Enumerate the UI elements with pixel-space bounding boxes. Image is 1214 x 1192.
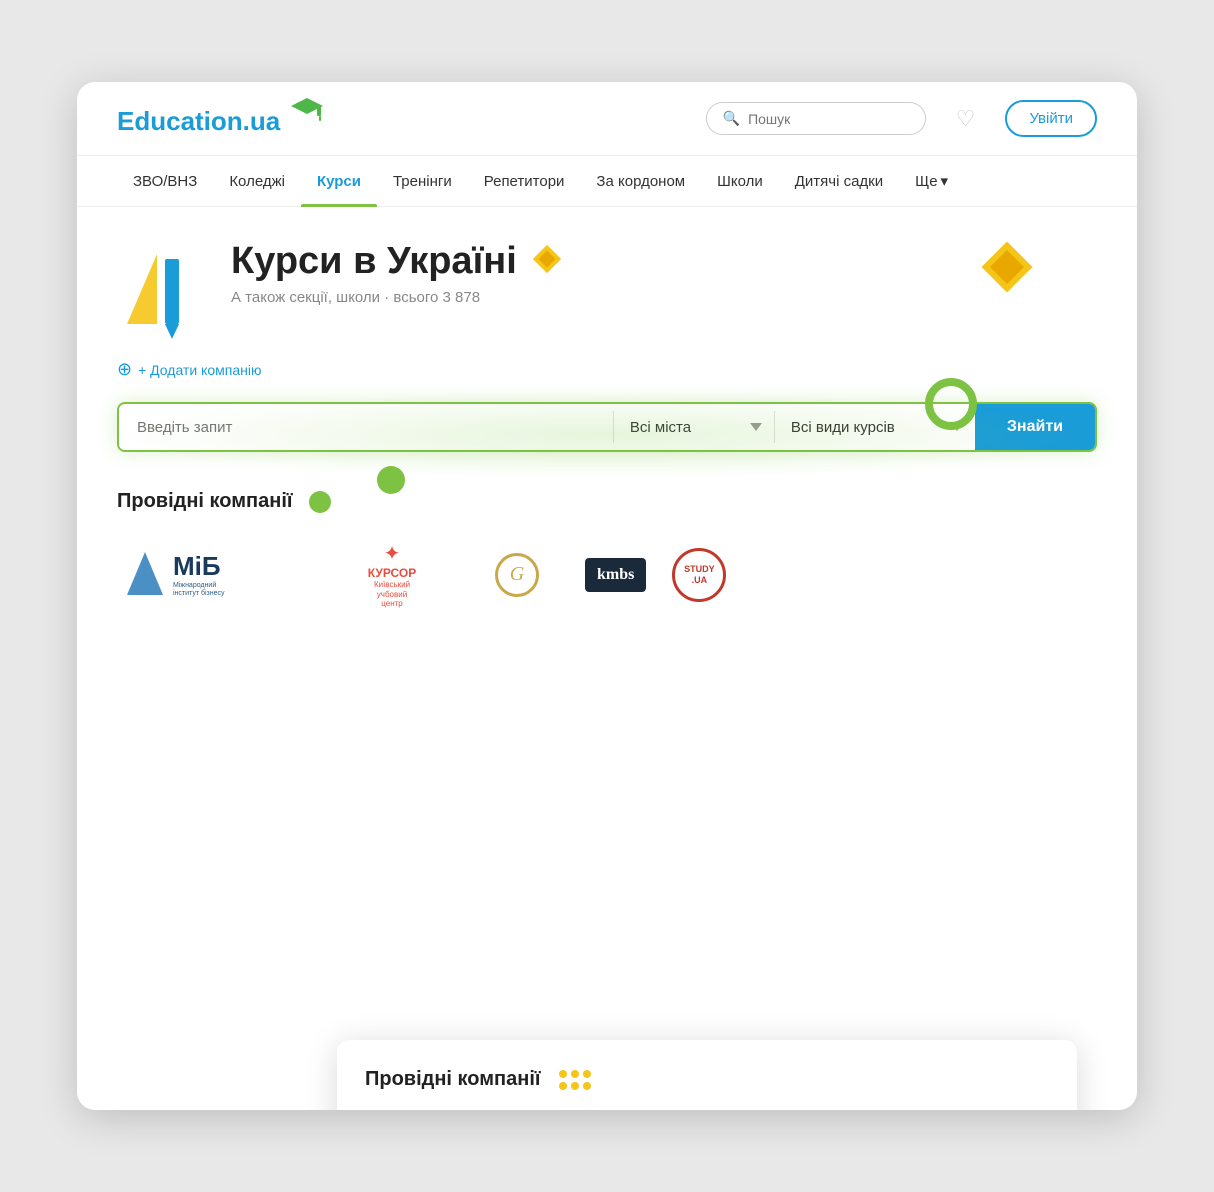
logo-area[interactable]: Education.ua	[117, 104, 323, 134]
mib-subtitle: Міжнароднийінститут бізнесу	[173, 582, 225, 599]
add-icon: ⊕	[117, 359, 132, 380]
nav-item-shkoly[interactable]: Школи	[701, 157, 779, 206]
hero-subtitle: А також секції, школи · всього 3 878	[231, 289, 565, 306]
search-button[interactable]: Знайти	[975, 404, 1095, 450]
mib-text: МіБ	[173, 551, 225, 582]
company-logo-mib-bg[interactable]: МіБ Міжнароднийінститут бізнесу	[117, 542, 317, 608]
diamond-icon	[529, 241, 565, 285]
nav-item-zakordonu[interactable]: За кордоном	[580, 157, 701, 206]
header-search-input[interactable]	[748, 111, 909, 127]
nav-item-treninhy[interactable]: Тренінги	[377, 157, 468, 206]
nav-item-kursy[interactable]: Курси	[301, 157, 377, 206]
bg-logos-row1: МіБ Міжнароднийінститут бізнесу ✦ КУРСОР…	[117, 533, 1097, 617]
login-button[interactable]: Увійти	[1005, 100, 1097, 137]
main-nav: ЗВО/ВНЗ Коледжі Курси Тренінги Репетитор…	[77, 156, 1137, 207]
nav-item-dysachi[interactable]: Дитячі садки	[779, 157, 899, 206]
hero-text: Курси в Україні А також секції, школи · …	[231, 239, 565, 306]
page-content: Провідні компанії МіБ Міжнароднийінститу…	[77, 480, 1137, 1110]
company-logo-studyua-bg[interactable]: STUDY.UA	[664, 540, 734, 610]
page-title: Курси в Україні	[231, 239, 565, 283]
page-wrapper: Education.ua 🔍 ♡ Увійти ЗВО/ВНЗ Коледжі …	[77, 82, 1137, 1110]
dot-2	[571, 1070, 579, 1078]
kmbs-box: kmbs	[585, 558, 646, 592]
hero-section: Курси в Україні А також секції, школи · …	[77, 207, 1137, 359]
graduation-cap-icon	[289, 96, 325, 122]
studyua-circle-icon: STUDY.UA	[672, 548, 726, 602]
companies-title-bg: Провідні компанії	[117, 490, 1097, 513]
green-ball-decoration	[377, 466, 405, 494]
overlay-section-title: Провідні компанії	[365, 1068, 1049, 1091]
header-search-icon: 🔍	[723, 110, 740, 127]
search-query-input[interactable]	[119, 405, 613, 450]
dot-6	[583, 1082, 591, 1090]
header: Education.ua 🔍 ♡ Увійти	[77, 82, 1137, 156]
add-company-link[interactable]: ⊕ + Додати компанію	[77, 359, 1137, 390]
chevron-down-icon: ▾	[941, 172, 949, 190]
section-title-dot	[309, 491, 331, 513]
kursor-name: КУРСОР	[368, 566, 417, 580]
mib-triangle-icon	[125, 550, 165, 600]
companies-section-bg: Провідні компанії МіБ Міжнароднийінститу…	[77, 480, 1137, 647]
company-logo-kmbs-bg[interactable]: kmbs	[577, 550, 654, 600]
search-section: Всі міста Київ Харків Одеса Дніпро Львів…	[77, 390, 1137, 480]
nav-item-repetytory[interactable]: Репетитори	[468, 157, 581, 206]
nav-item-koledzhi[interactable]: Коледжі	[213, 157, 301, 206]
dot-1	[559, 1070, 567, 1078]
dot-3	[583, 1070, 591, 1078]
hero-icon	[117, 239, 207, 339]
company-logo-golden-bg[interactable]: G	[467, 545, 567, 605]
kursor-desc: Київськийучбовийцентр	[374, 580, 410, 609]
nav-item-more[interactable]: Ще ▾	[899, 156, 964, 206]
favorites-button[interactable]: ♡	[946, 102, 986, 136]
dot-5	[571, 1082, 579, 1090]
kursor-icon: ✦	[384, 541, 401, 566]
green-ring-decoration	[925, 378, 977, 430]
dot-4	[559, 1082, 567, 1090]
company-logo-kursor-bg[interactable]: ✦ КУРСОР Київськийучбовийцентр	[327, 533, 457, 617]
hero-diamond-decoration	[977, 237, 1037, 302]
nav-item-zvovnz[interactable]: ЗВО/ВНЗ	[117, 157, 213, 206]
overlay-card: Провідні компанії	[337, 1040, 1077, 1110]
logo-text: Education.ua	[117, 104, 323, 134]
dots-decoration	[559, 1070, 591, 1090]
header-search-bar[interactable]: 🔍	[706, 102, 926, 135]
city-select[interactable]: Всі міста Київ Харків Одеса Дніпро Львів	[614, 405, 774, 450]
golden-circle-icon: G	[495, 553, 539, 597]
